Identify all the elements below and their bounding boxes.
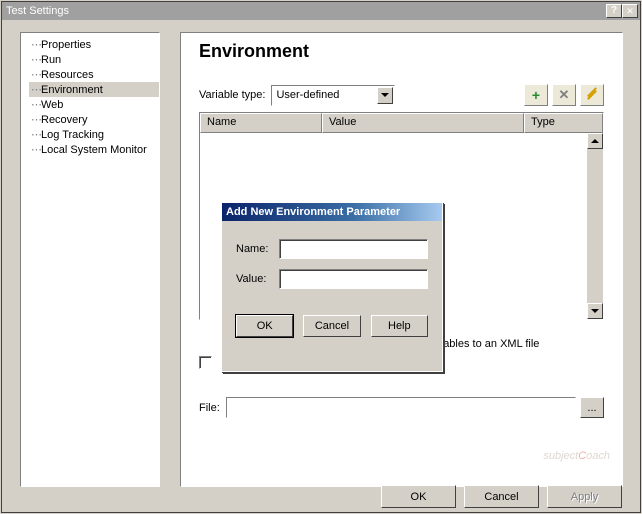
file-input[interactable] [226,397,576,418]
scroll-up-icon[interactable] [587,133,603,149]
cancel-button[interactable]: Cancel [464,485,539,508]
tree-item-web[interactable]: Web [29,97,159,112]
chevron-down-icon[interactable] [377,87,393,104]
delete-button[interactable]: ✕ [552,84,576,106]
value-input[interactable] [279,269,428,289]
variable-type-value: User-defined [276,89,339,101]
browse-button[interactable]: ... [580,397,604,418]
checkbox[interactable] [199,356,212,369]
close-button[interactable] [622,4,638,18]
tree-item-properties[interactable]: Properties [29,37,159,52]
add-button[interactable]: + [524,84,548,106]
help-button[interactable] [606,4,622,18]
grid-header: Name Value Type [200,113,603,133]
edit-button[interactable] [580,84,604,106]
tree-item-recovery[interactable]: Recovery [29,112,159,127]
variable-type-row: Variable type: User-defined + ✕ [199,84,604,106]
tree-item-local-system-monitor[interactable]: Local System Monitor [29,142,159,157]
dialog-cancel-button[interactable]: Cancel [303,315,360,337]
file-label: File: [199,402,220,414]
pencil-icon [587,90,597,100]
x-icon: ✕ [559,87,570,103]
footer-buttons: OK Cancel Apply [381,485,622,508]
name-row: Name: [236,239,428,259]
nav-tree: Properties Run Resources Environment Web… [20,32,160,487]
tree-item-run[interactable]: Run [29,52,159,67]
dialog-ok-button[interactable]: OK [236,315,293,337]
plus-icon: + [532,87,540,103]
variable-type-dropdown[interactable]: User-defined [271,85,395,106]
dialog-body: Name: Value: OK Cancel Help [222,221,442,347]
dialog-help-button[interactable]: Help [371,315,428,337]
scroll-down-icon[interactable] [587,303,603,319]
toolbar: + ✕ [524,84,604,106]
tree-item-environment[interactable]: Environment [29,82,159,97]
page-title: Environment [199,41,604,62]
variable-type-label: Variable type: [199,89,265,101]
dialog-title: Add New Environment Parameter [222,203,442,221]
name-input[interactable] [279,239,428,259]
column-type[interactable]: Type [524,113,603,133]
add-parameter-dialog: Add New Environment Parameter Name: Valu… [221,202,443,372]
titlebar: Test Settings [2,2,640,20]
name-label: Name: [236,243,279,255]
tree-item-log-tracking[interactable]: Log Tracking [29,127,159,142]
grid-scrollbar[interactable] [587,133,603,319]
column-value[interactable]: Value [322,113,524,133]
titlebar-buttons [606,4,638,18]
tree-item-resources[interactable]: Resources [29,67,159,82]
column-name[interactable]: Name [200,113,322,133]
apply-button[interactable]: Apply [547,485,622,508]
dialog-buttons: OK Cancel Help [236,315,428,337]
file-row: File: ... [199,397,604,418]
value-row: Value: [236,269,428,289]
value-label: Value: [236,273,279,285]
ok-button[interactable]: OK [381,485,456,508]
window-title: Test Settings [6,5,69,17]
